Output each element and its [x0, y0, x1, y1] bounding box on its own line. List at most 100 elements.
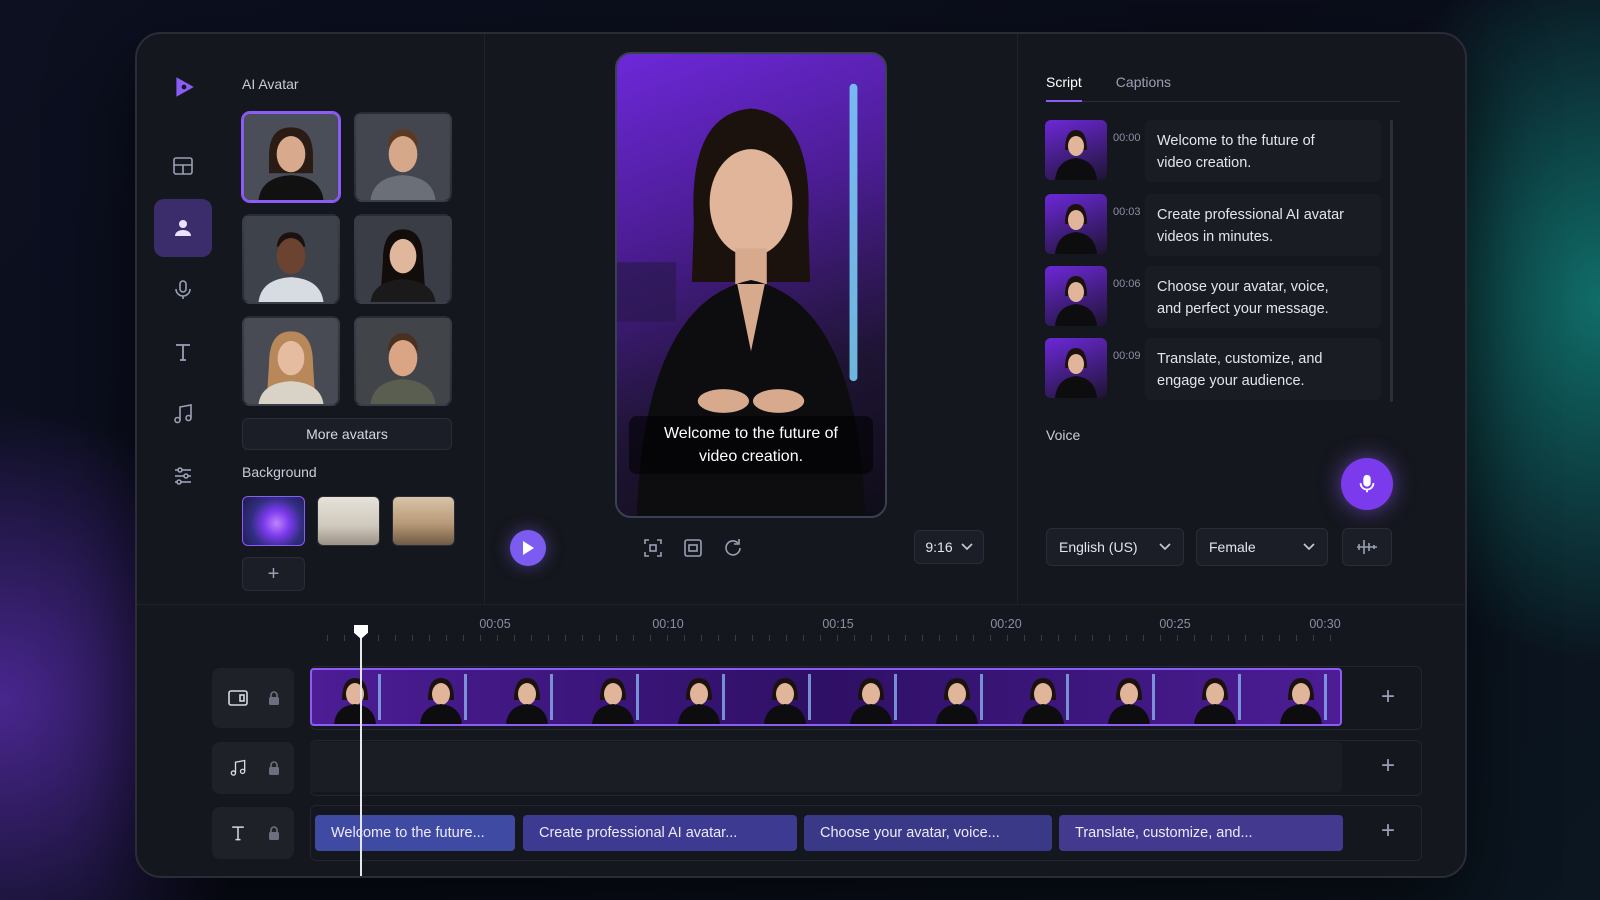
lock-icon[interactable]: [268, 761, 280, 775]
avatar-card[interactable]: [354, 214, 452, 304]
ruler-tick: [956, 635, 957, 641]
script-item[interactable]: 00:06 Choose your avatar, voice, and per…: [1045, 266, 1385, 328]
ruler-tick: [1041, 635, 1042, 641]
script-item[interactable]: 00:03 Create professional AI avatar vide…: [1045, 194, 1385, 256]
script-item[interactable]: 00:00 Welcome to the future of video cre…: [1045, 120, 1385, 182]
video-preview[interactable]: Welcome to the future of video creation.: [615, 52, 887, 518]
ruler-tick: [922, 635, 923, 641]
ruler-tick: [1296, 635, 1297, 641]
add-background-button[interactable]: +: [242, 557, 305, 591]
ruler-tick: [1279, 635, 1280, 641]
script-text[interactable]: Create professional AI avatar videos in …: [1145, 194, 1381, 256]
nav-adjust[interactable]: [154, 447, 212, 505]
record-voice-button[interactable]: [1341, 458, 1393, 510]
ruler-tick: [888, 635, 889, 641]
script-line: Welcome to the future of: [1157, 133, 1315, 149]
lock-icon[interactable]: [268, 826, 280, 840]
language-select[interactable]: English (US): [1046, 528, 1184, 566]
more-avatars-button[interactable]: More avatars: [242, 418, 452, 450]
add-caption-button[interactable]: +: [1381, 817, 1395, 845]
gender-value: Female: [1209, 539, 1256, 555]
play-button[interactable]: [510, 530, 546, 566]
add-video-button[interactable]: +: [1381, 683, 1395, 711]
ruler-tick: [1177, 635, 1178, 641]
avatar-card[interactable]: [354, 316, 452, 406]
ruler-tick: [395, 635, 396, 641]
background-thumb[interactable]: [242, 496, 305, 546]
fit-screen-icon[interactable]: [642, 537, 664, 559]
lock-icon[interactable]: [268, 691, 280, 705]
video-frame-thumb: [1172, 670, 1258, 724]
ruler-tick: [378, 635, 379, 641]
avatar-card[interactable]: [354, 112, 452, 202]
script-timestamp: 00:09: [1113, 350, 1141, 362]
video-frame-thumb: [1258, 670, 1340, 724]
video-frame-thumb: [1000, 670, 1086, 724]
logo-icon[interactable]: [171, 74, 197, 100]
script-text[interactable]: Translate, customize, and engage your au…: [1145, 338, 1381, 400]
script-tabs: Script Captions: [1046, 70, 1400, 102]
avatar-card[interactable]: [242, 316, 340, 406]
audio-waveform: [313, 752, 1332, 782]
caption-clip[interactable]: Welcome to the future...: [315, 815, 515, 851]
nav-templates[interactable]: [154, 137, 212, 195]
ruler-tick: [1058, 635, 1059, 641]
video-frame-thumb: [914, 670, 1000, 724]
ruler-tick: [735, 635, 736, 641]
ruler-tick: [871, 635, 872, 641]
audio-track-header: [212, 742, 294, 794]
video-frame-thumb: [570, 670, 656, 724]
ruler-tick: [1160, 635, 1161, 641]
ruler-tick: [837, 635, 838, 641]
tab-captions[interactable]: Captions: [1116, 70, 1171, 102]
voice-title: Voice: [1046, 427, 1081, 443]
voice-settings-button[interactable]: [1342, 528, 1392, 566]
script-panel: Script Captions 00:00 Welcome to the fut…: [1017, 34, 1465, 604]
caption-clip[interactable]: Choose your avatar, voice...: [804, 815, 1052, 851]
language-value: English (US): [1059, 539, 1138, 555]
ruler-tick: [1211, 635, 1212, 641]
ruler-tick: [667, 635, 668, 641]
avatar-card[interactable]: [242, 214, 340, 304]
ruler-tick: [344, 635, 345, 641]
background-thumb[interactable]: [317, 496, 380, 546]
ruler-tick: [633, 635, 634, 641]
script-line: video creation.: [1157, 155, 1252, 171]
ruler-tick: [1024, 635, 1025, 641]
add-audio-button[interactable]: +: [1381, 752, 1395, 780]
aspect-ratio-select[interactable]: 9:16: [914, 530, 984, 564]
audio-clip[interactable]: [310, 742, 1342, 792]
video-frame-thumb: [656, 670, 742, 724]
ruler-tick: [480, 635, 481, 641]
playhead-handle[interactable]: [354, 625, 368, 639]
replay-icon[interactable]: [722, 537, 744, 559]
playhead[interactable]: [360, 631, 362, 876]
chevron-down-icon: [1303, 543, 1315, 551]
video-clip[interactable]: [310, 668, 1342, 726]
nav-voice[interactable]: [154, 261, 212, 319]
script-thumbnail: [1045, 194, 1107, 254]
text-icon: [232, 826, 244, 841]
gender-select[interactable]: Female: [1196, 528, 1328, 566]
script-item[interactable]: 00:09 Translate, customize, and engage y…: [1045, 338, 1385, 400]
time-mark: 00:15: [822, 617, 854, 631]
caption-clip[interactable]: Create professional AI avatar...: [523, 815, 797, 851]
nav-music[interactable]: [154, 385, 212, 443]
ruler-tick: [1092, 635, 1093, 641]
ruler-tick: [752, 635, 753, 641]
caption-clip[interactable]: Translate, customize, and...: [1059, 815, 1343, 851]
tab-script[interactable]: Script: [1046, 70, 1082, 102]
chevron-down-icon: [1159, 543, 1171, 551]
ruler-tick: [769, 635, 770, 641]
crop-icon[interactable]: [682, 537, 704, 559]
avatar-card[interactable]: [242, 112, 340, 202]
video-track-icon: [228, 690, 248, 706]
caption-track-header: [212, 807, 294, 859]
script-scrollbar[interactable]: [1390, 120, 1393, 402]
script-text[interactable]: Choose your avatar, voice, and perfect y…: [1145, 266, 1381, 328]
background-thumb[interactable]: [392, 496, 455, 546]
script-text[interactable]: Welcome to the future of video creation.: [1145, 120, 1381, 182]
nav-text[interactable]: [154, 323, 212, 381]
nav-avatar[interactable]: [154, 199, 212, 257]
avatar-panel: AI Avatar More avatars Background +: [227, 34, 485, 604]
